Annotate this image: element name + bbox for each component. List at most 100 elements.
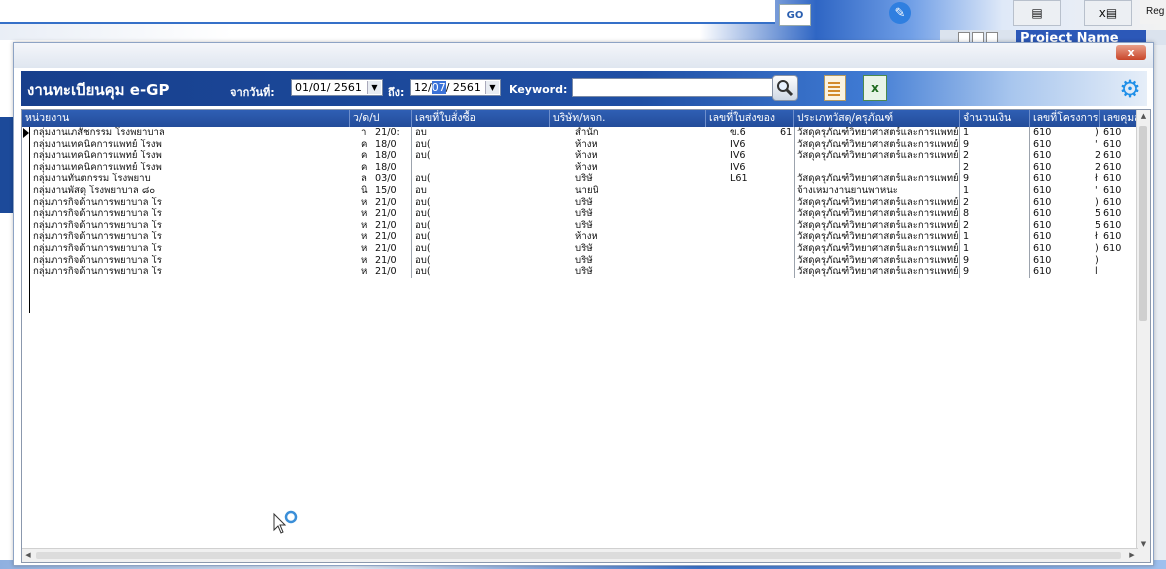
to-date-day: 12/ [414,81,432,94]
cell-invoice-tail [777,138,795,151]
cell-control-pre: 5 [1092,208,1100,220]
cell-po: อบ [415,184,427,196]
table-row[interactable]: กลุ่มงานพัสดุ โรงพยาบาล ๘๐ นิ 15/0 อบ นายนิ จ… [22,184,1138,197]
dialog-title-bar[interactable]: x [14,43,1153,68]
horizontal-scrollbar[interactable]: ◀ ▶ [22,548,1138,562]
export-excel-button[interactable]: x [861,74,889,102]
vertical-scroll-thumb[interactable] [1139,126,1147,321]
cell-company: ห้างห [575,150,598,162]
chevron-down-icon[interactable]: ▼ [367,81,381,94]
cell-po: อบ( [415,266,431,278]
chevron-down-icon[interactable]: ▼ [485,81,499,94]
cell-invoice-tail [777,219,795,232]
table-row[interactable]: กลุ่มภารกิจด้านการพยาบาล โร ห 21/0 อบ(บริษั… [22,242,1138,255]
close-button[interactable]: x [1116,45,1146,60]
cell-project: 610 [1033,184,1052,196]
cell-unit: กลุ่มงานทันตกรรม โรงพยาบ [33,173,151,185]
cell-invoice-tail [777,173,795,185]
cell-amount: 2 [960,196,1030,209]
cell-invoice [727,220,777,232]
column-header-unit[interactable]: หน่วยงาน [22,110,350,127]
cell-invoice [727,255,777,267]
register-data-grid[interactable]: หน่วยงาน ว/ด/ป เลขที่ใบสั่งซื้อ บริษัท/ห… [21,109,1151,563]
column-header-invoice[interactable]: เลขที่ใบส่งของ [706,110,794,127]
cell-unit: กลุ่มภารกิจด้านการพยาบาล โร [33,196,162,208]
search-button[interactable] [771,74,799,102]
go-button[interactable]: GO [779,4,811,26]
cell-category: วัสดุครุภัณฑ์วิทยาศาสตร์และการแพทย์ [794,173,960,185]
scroll-left-icon[interactable]: ◀ [22,549,34,562]
column-header-company[interactable]: บริษัท/หจก. [550,110,706,127]
cell-amount: 9 [960,254,1030,267]
grid-header: หน่วยงาน ว/ด/ป เลขที่ใบสั่งซื้อ บริษัท/ห… [22,110,1138,127]
cell-date: 18/0 [372,161,412,174]
table-row[interactable]: กลุ่มงานเทคนิคการแพทย์ โรงพ ค 18/0 อบ(ห้างห… [22,138,1138,151]
cell-control: 610 [1103,196,1122,208]
gear-icon[interactable]: ⚙ [1117,76,1143,102]
table-row[interactable]: กลุ่มงานเทคนิคการแพทย์ โรงพ ค 18/0 ห้างห IV6… [22,161,1138,174]
cell-date: 21/0: [372,127,412,139]
cell-unit: กลุ่มภารกิจด้านการพยาบาล โร [33,219,162,231]
cell-date: 21/0 [372,219,412,232]
cell-invoice-tail [777,254,795,267]
cell-control-pre: ) [1095,242,1099,254]
from-date-picker[interactable]: 01/01/ 2561 ▼ [291,79,383,96]
column-header-po[interactable]: เลขที่ใบสั่งซื้อ [412,110,550,127]
table-row[interactable]: กลุ่มภารกิจด้านการพยาบาล โร ห 21/0 อบ(บริษั… [22,266,1138,278]
column-header-amount[interactable]: จำนวนเงิน [960,110,1030,127]
cell-date: 21/0 [372,231,412,243]
cell-po: อบ [415,127,427,138]
column-header-category[interactable]: ประเภทวัสดุ/ครุภัณฑ์ [794,110,960,127]
table-row[interactable]: กลุ่มภารกิจด้านการพยาบาล โร ห 21/0 อบ(บริษั… [22,196,1138,209]
table-row[interactable]: กลุ่มงานเทคนิคการแพทย์ โรงพ ค 18/0 อบ(ห้างห… [22,150,1138,162]
cell-control-pre: ł [1095,231,1098,243]
table-row[interactable]: กลุ่มภารกิจด้านการพยาบาล โร ห 21/0 อบ(ห้างห… [22,231,1138,243]
to-date-picker[interactable]: 12/07/ 2561 ▼ [410,79,501,96]
table-row[interactable]: กลุ่มภารกิจด้านการพยาบาล โร ห 21/0 อบ(บริษั… [22,219,1138,232]
export-icon[interactable]: ▤ [1013,0,1061,26]
cell-control: 610 [1103,242,1122,254]
background-url-bar[interactable] [0,0,775,24]
cell-company: สำนัก [575,127,598,138]
cell-po: อบ( [415,208,431,220]
register-button[interactable]: Reg [1140,0,1166,24]
cell-category: วัสดุครุภัณฑ์วิทยาศาสตร์และการแพทย์ [794,254,960,267]
cell-unit: กลุ่มภารกิจด้านการพยาบาล โร [33,242,162,254]
from-date-label: จากวันที่: [230,86,275,99]
to-date-month[interactable]: 07 [431,81,446,94]
cell-category: วัสดุครุภัณฑ์วิทยาศาสตร์และการแพทย์ [794,150,960,162]
cell-control-pre: ' [1095,138,1098,150]
column-header-control[interactable]: เลขคุมสั [1100,110,1138,127]
column-header-project[interactable]: เลขที่โครงการ [1030,110,1100,127]
report-button[interactable] [821,74,849,102]
cell-unit-tail: นิ [361,184,368,196]
cell-unit: กลุ่มงานเทคนิคการแพทย์ โรงพ [33,138,162,150]
cell-company: บริษั [575,266,593,278]
table-row[interactable]: กลุ่มงานทันตกรรม โรงพยาบ ล 03/0 อบ(บริษั L61… [22,173,1138,185]
cell-company: บริษั [575,254,593,266]
cell-control-pre: ' [1095,184,1098,196]
cell-category: วัสดุครุภัณฑ์วิทยาศาสตร์และการแพทย์ [794,208,960,220]
scrollbar-corner [1137,549,1150,562]
keyword-label: Keyword: [509,83,568,96]
scroll-up-icon[interactable]: ▲ [1137,110,1150,122]
horizontal-scroll-thumb[interactable] [36,552,1121,559]
cell-amount: 1 [960,242,1030,255]
table-row[interactable]: กลุ่มภารกิจด้านการพยาบาล โร ห 21/0 อบ(บริษั… [22,254,1138,267]
excel-icon[interactable]: x▤ [1084,0,1132,26]
edit-icon[interactable]: ✎ [889,2,911,24]
cell-po [412,162,462,174]
cell-control: 610 [1103,138,1122,150]
cell-project: 610 [1033,266,1052,278]
column-header-date[interactable]: ว/ด/ป [350,110,412,127]
cell-control-pre: 2 [1092,162,1100,174]
cell-company: ห้างห [575,138,598,150]
cell-invoice: IV6 [730,138,746,150]
vertical-scrollbar[interactable]: ▲ ▼ [1136,110,1150,550]
table-row[interactable]: กลุ่มงานเภสัชกรรม โรงพยาบาล า 21/0: อบ สำนัก… [22,127,1138,139]
cell-po: อบ( [415,173,431,185]
cell-project: 610 [1033,127,1052,138]
cell-control: 610 [1103,208,1122,220]
keyword-input[interactable] [572,78,784,97]
table-row[interactable]: กลุ่มภารกิจด้านการพยาบาล โร ห 21/0 อบ(บริษั… [22,208,1138,220]
